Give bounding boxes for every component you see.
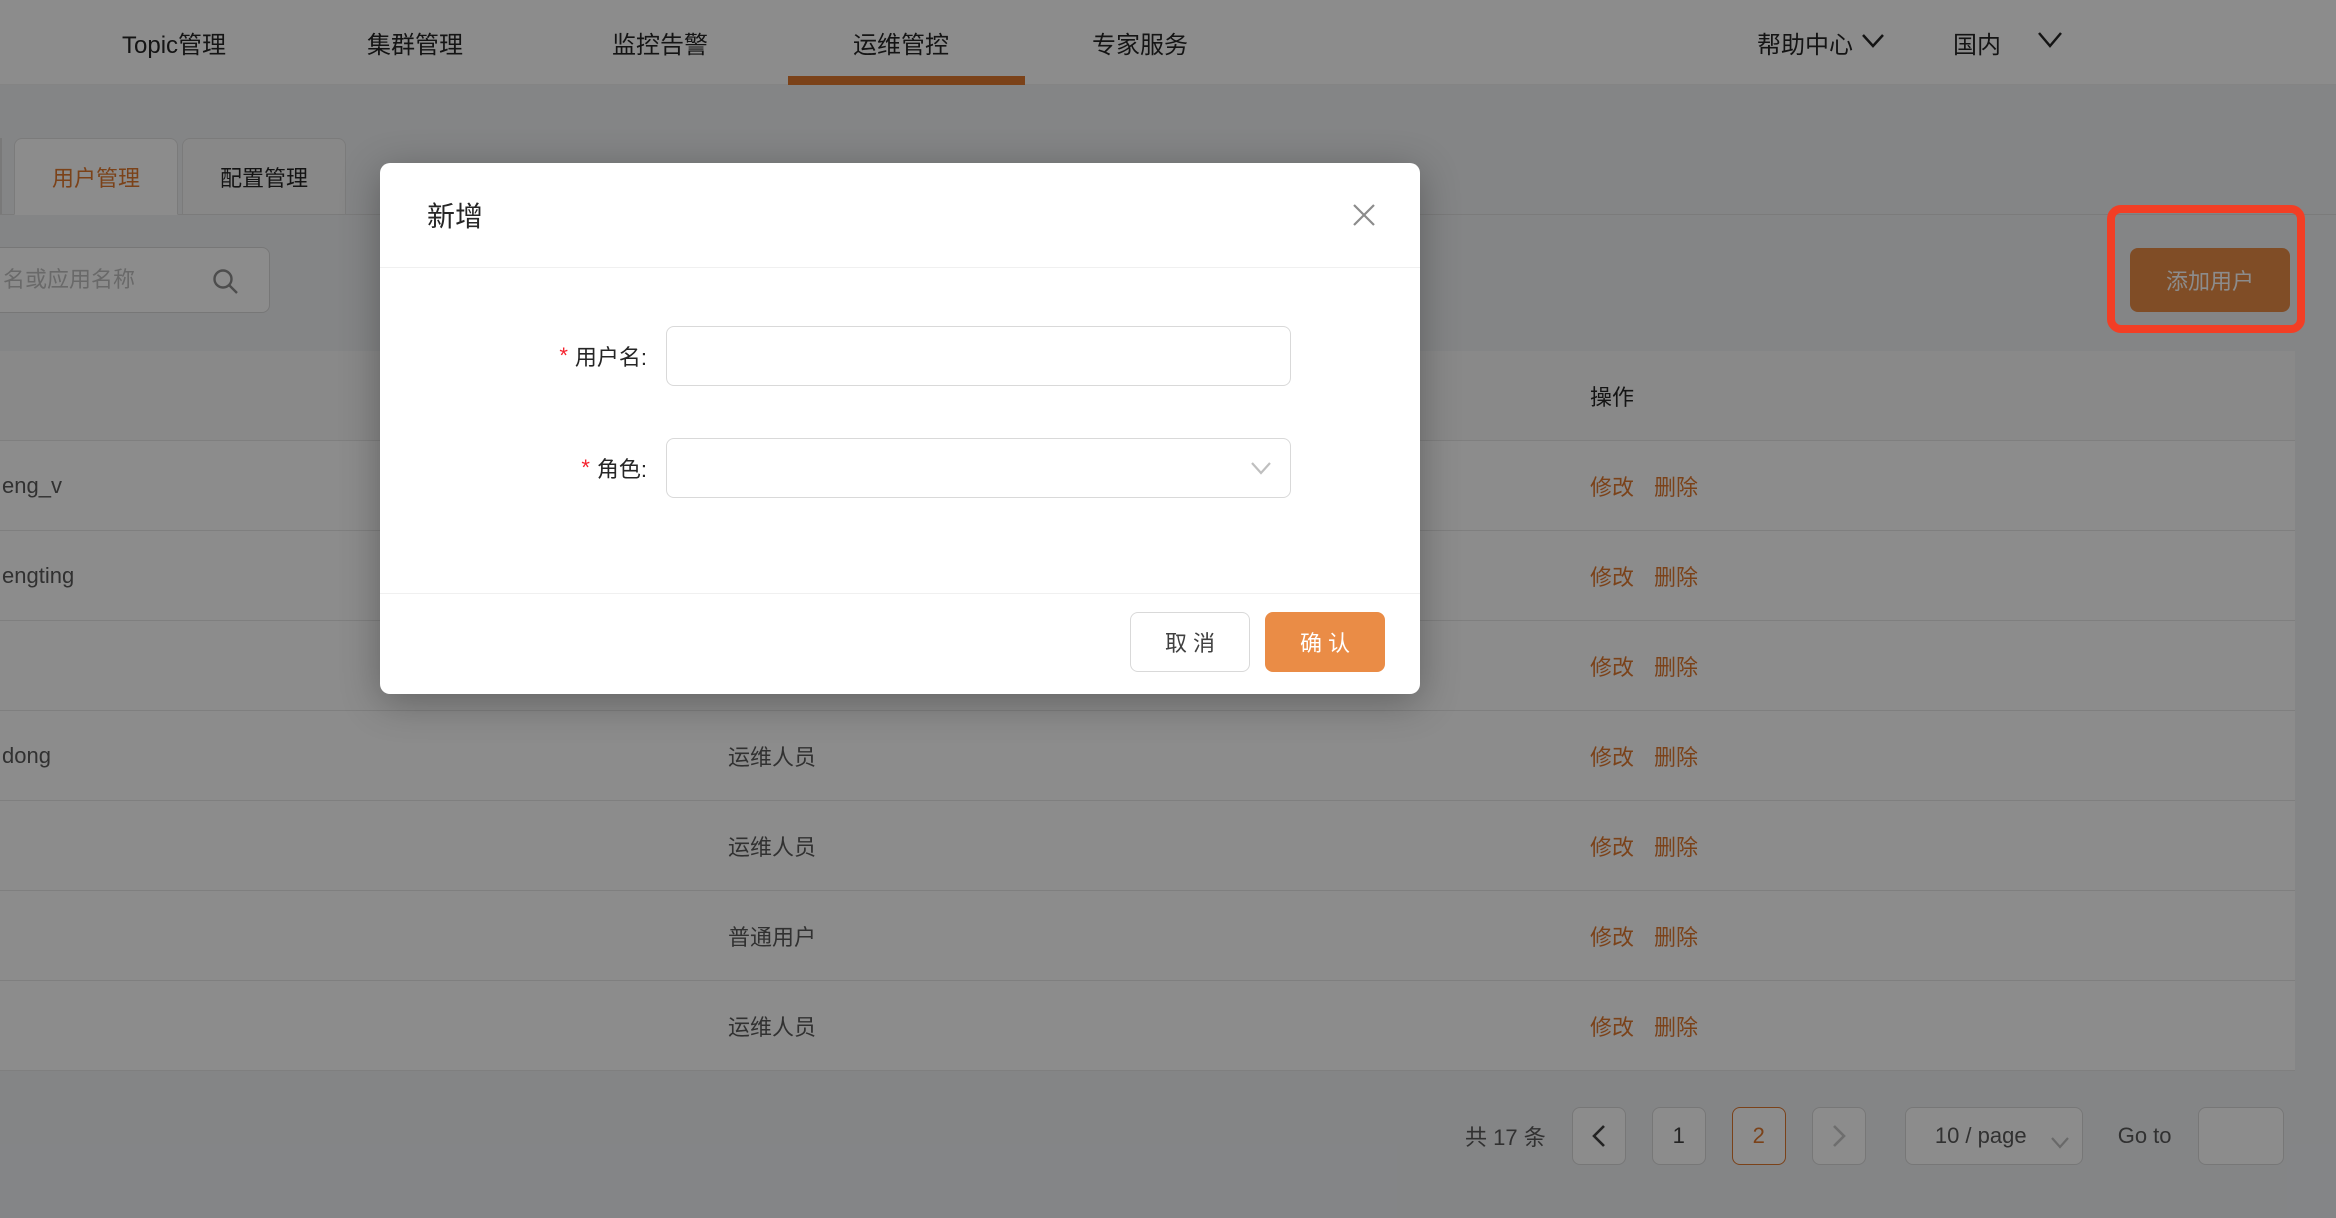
required-mark: * xyxy=(559,343,568,369)
username-field-label: * 用户名: xyxy=(380,326,647,386)
role-field-label: * 角色: xyxy=(380,438,647,498)
username-field[interactable] xyxy=(666,326,1291,386)
confirm-button[interactable]: 确 认 xyxy=(1265,612,1385,672)
app-window: Topic管理 集群管理 监控告警 运维管控 专家服务 帮助中心 国内 xyxy=(0,0,2336,1218)
modal-title: 新增 xyxy=(427,163,483,267)
add-user-modal: 新增 * 用户名: * 角色: 取 消 确 认 xyxy=(380,163,1420,694)
cancel-button[interactable]: 取 消 xyxy=(1130,612,1250,672)
chevron-down-icon xyxy=(1250,461,1272,481)
role-label-text: 角色: xyxy=(597,452,647,484)
close-icon[interactable] xyxy=(1350,201,1378,229)
role-select[interactable] xyxy=(666,438,1291,498)
username-label-text: 用户名: xyxy=(575,340,647,372)
modal-header-divider xyxy=(380,267,1420,268)
required-mark: * xyxy=(581,455,590,481)
modal-footer-divider xyxy=(380,593,1420,594)
